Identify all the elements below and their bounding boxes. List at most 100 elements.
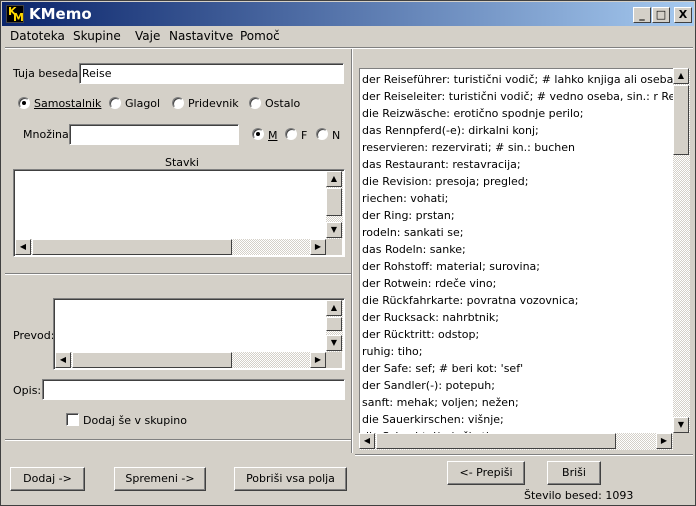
word-list-item[interactable]: reservieren: rezervirati; # sin.: buchen: [362, 139, 575, 156]
foreign-word-input[interactable]: Reise: [79, 63, 344, 84]
word-list-item[interactable]: der Safe: sef; # beri kot: 'sef': [362, 360, 523, 377]
description-label: Opis:: [13, 384, 42, 397]
arrow-left-icon: ◀: [59, 355, 67, 364]
sentences-scroll-right-button[interactable]: ▶: [310, 239, 326, 255]
arrow-down-icon: ▼: [330, 338, 338, 347]
sentences-hscroll-thumb[interactable]: [32, 239, 232, 255]
arrow-up-icon: ▲: [330, 303, 338, 312]
word-list-item[interactable]: sanft: mehak; voljen; nežen;: [362, 394, 519, 411]
menu-nastavitve[interactable]: Nastavitve: [169, 29, 233, 43]
word-list-item[interactable]: der Reiseführer: turistični vodič; # lah…: [362, 71, 673, 88]
wordlist-scroll-up-button[interactable]: ▲: [673, 68, 689, 84]
wordlist-scroll-right-button[interactable]: ▶: [656, 433, 672, 449]
add-button[interactable]: Dodaj ->: [10, 467, 85, 491]
menu-separator: [5, 47, 693, 49]
translation-scroll-corner: [326, 352, 342, 368]
translation-vscroll-thumb[interactable]: [326, 317, 342, 331]
plural-label: Množina:: [23, 128, 73, 141]
delete-button[interactable]: Briši: [547, 461, 601, 485]
arrow-down-icon: ▼: [677, 420, 685, 429]
section-separator-2: [5, 439, 351, 441]
sentences-vscroll-thumb[interactable]: [326, 188, 342, 216]
radio-gender-f-label: F: [301, 129, 308, 142]
wordlist-vscroll-thumb[interactable]: [673, 85, 689, 155]
radio-glagol-label: Glagol: [125, 97, 161, 110]
radio-glagol[interactable]: [109, 97, 121, 109]
kmemo-app-icon[interactable]: K M: [6, 5, 24, 24]
word-list-item[interactable]: riechen: vohati;: [362, 190, 448, 207]
sentences-scroll-up-button[interactable]: ▲: [326, 171, 342, 187]
wordlist-scroll-corner: [673, 433, 689, 449]
minimize-button[interactable]: _: [633, 7, 651, 23]
add-to-group-label: Dodaj še v skupino: [83, 414, 187, 427]
translation-scroll-right-button[interactable]: ▶: [310, 352, 326, 368]
word-list-item[interactable]: ruhig: tiho;: [362, 343, 422, 360]
translation-scroll-up-button[interactable]: ▲: [326, 300, 342, 316]
menu-pomoc[interactable]: Pomoč: [240, 29, 280, 43]
add-to-group-checkbox[interactable]: [66, 413, 79, 426]
translation-hscroll-thumb[interactable]: [72, 352, 232, 368]
foreign-word-label: Tuja beseda:: [13, 67, 82, 80]
radio-samostalnik[interactable]: [18, 97, 30, 109]
radio-gender-n[interactable]: [316, 128, 328, 140]
section-separator-1: [5, 273, 351, 275]
radio-gender-n-label: N: [332, 129, 341, 142]
wordlist-hscroll-thumb[interactable]: [376, 433, 616, 449]
radio-pridevnik[interactable]: [172, 97, 184, 109]
word-list-item[interactable]: der Rücktritt: odstop;: [362, 326, 479, 343]
menu-vaje[interactable]: Vaje: [135, 29, 160, 43]
word-list-item[interactable]: die Revision: presoja; pregled;: [362, 173, 529, 190]
word-list-item[interactable]: die Rückfahrkarte: povratna vozovnica;: [362, 292, 578, 309]
translation-scroll-left-button[interactable]: ◀: [55, 352, 71, 368]
close-button[interactable]: X: [674, 7, 692, 23]
menu-skupine[interactable]: Skupine: [73, 29, 121, 43]
modify-button[interactable]: Spremeni ->: [114, 467, 206, 491]
radio-samostalnik-label: Samostalnik: [34, 97, 102, 110]
arrow-right-icon: ▶: [660, 436, 668, 445]
radio-gender-f[interactable]: [285, 128, 297, 140]
wordlist-scroll-down-button[interactable]: ▼: [673, 417, 689, 433]
word-list-item[interactable]: die Sauerkirschen: višnje;: [362, 411, 504, 428]
maximize-icon: □: [655, 8, 667, 21]
sentences-scroll-corner: [326, 239, 342, 255]
word-list-item[interactable]: der Rucksack: nahrbtnik;: [362, 309, 499, 326]
word-list[interactable]: der Reiseführer: turistični vodič; # lah…: [359, 68, 673, 433]
minimize-icon: _: [639, 8, 645, 21]
arrow-left-icon: ◀: [363, 436, 371, 445]
arrow-down-icon: ▼: [330, 225, 338, 234]
translation-scroll-down-button[interactable]: ▼: [326, 335, 342, 351]
radio-pridevnik-label: Pridevnik: [188, 97, 239, 110]
radio-ostalo[interactable]: [249, 97, 261, 109]
word-list-item[interactable]: der Reiseleiter: turistični vodič; # ved…: [362, 88, 673, 105]
word-list-item[interactable]: die Reizwäsche: erotično spodnje perilo;: [362, 105, 583, 122]
maximize-button[interactable]: □: [652, 7, 670, 23]
copy-back-button[interactable]: <- Prepiši: [447, 461, 525, 485]
window-title: KMemo: [29, 5, 92, 23]
word-list-item[interactable]: rodeln: sankati se;: [362, 224, 463, 241]
wordlist-scroll-left-button[interactable]: ◀: [359, 433, 375, 449]
plural-input[interactable]: [69, 124, 239, 145]
close-icon: X: [678, 8, 688, 21]
kmemo-window: K M KMemo _ □ X Datoteka Skupine Vaje Na…: [0, 0, 696, 506]
sentences-scroll-left-button[interactable]: ◀: [15, 239, 31, 255]
radio-ostalo-label: Ostalo: [265, 97, 301, 110]
word-list-item[interactable]: das Restaurant: restavracija;: [362, 156, 521, 173]
word-list-item[interactable]: der Rohstoff: material; surovina;: [362, 258, 540, 275]
arrow-right-icon: ▶: [314, 355, 322, 364]
description-input[interactable]: [42, 379, 345, 400]
word-list-item[interactable]: das Rodeln: sanke;: [362, 241, 466, 258]
menu-datoteka[interactable]: Datoteka: [10, 29, 65, 43]
title-bar[interactable]: K M KMemo _ □ X: [2, 2, 694, 26]
word-list-item[interactable]: der Sandler(-): potepuh;: [362, 377, 495, 394]
splitter-divider[interactable]: [351, 49, 353, 453]
word-list-item[interactable]: der Rotwein: rdeče vino;: [362, 275, 496, 292]
section-separator-3: [355, 454, 693, 456]
app-icon-letter-m: M: [13, 11, 24, 24]
arrow-left-icon: ◀: [19, 242, 27, 251]
word-list-item[interactable]: das Rennpferd(-e): dirkalni konj;: [362, 122, 539, 139]
word-list-item[interactable]: der Ring: prstan;: [362, 207, 455, 224]
radio-gender-m[interactable]: [252, 128, 264, 140]
clear-all-button[interactable]: Pobriši vsa polja: [234, 467, 347, 491]
sentences-scroll-down-button[interactable]: ▼: [326, 222, 342, 238]
arrow-right-icon: ▶: [314, 242, 322, 251]
